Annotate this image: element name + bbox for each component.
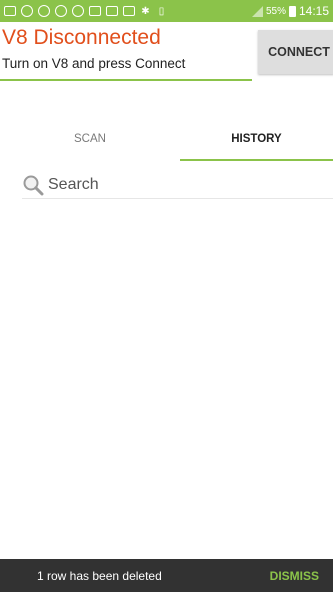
minus-circle-icon [21,5,33,17]
gallery-icon [89,6,101,16]
tab-bar: SCAN HISTORY [0,118,333,162]
connect-button[interactable]: CONNECT [258,30,333,74]
connection-status-title: V8 Disconnected [2,26,161,49]
email-icon [106,6,118,16]
dismiss-button[interactable]: DISMISS [270,569,319,583]
notification-icons: ✱ ▯ [4,5,167,17]
tab-scan[interactable]: SCAN [0,118,180,160]
battery-icon [288,5,296,17]
keyboard-icon [4,6,16,16]
chat-bubble-icon [55,5,67,17]
vibrate-icon: ▯ [158,5,165,17]
search-bar[interactable] [22,172,333,199]
tab-history[interactable]: HISTORY [180,118,333,160]
connection-hint: Turn on V8 and press Connect [2,56,186,71]
bluetooth-icon: ✱ [141,5,150,17]
screenshot-icon [123,6,135,16]
notification-dot-icon [72,5,84,17]
battery-percent: 55% [265,5,286,17]
snackbar-message: 1 row has been deleted [37,568,162,583]
tab-selected-indicator [180,159,333,161]
whatsapp-icon [38,5,50,17]
signal-icon [251,5,263,17]
search-input[interactable] [48,176,308,194]
app-screen: ✱ ▯ 55% 14:15 V8 Disconnected Turn on V8… [0,0,333,592]
snackbar: 1 row has been deleted DISMISS [0,559,333,592]
connection-header: V8 Disconnected Turn on V8 and press Con… [0,22,333,81]
status-right: 55% 14:15 [251,4,329,18]
search-icon [23,175,44,196]
clock: 14:15 [298,4,329,18]
header-divider [0,79,252,81]
status-bar: ✱ ▯ 55% 14:15 [0,0,333,22]
